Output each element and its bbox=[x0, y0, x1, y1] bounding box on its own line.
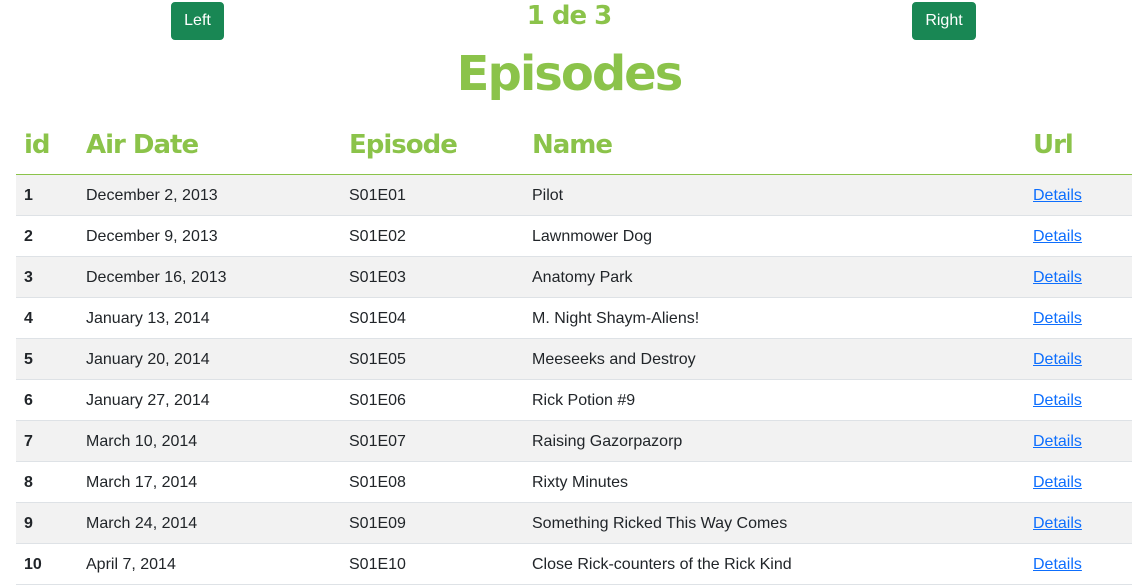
cell-air-date: March 10, 2014 bbox=[86, 433, 198, 450]
cell-id: 1 bbox=[24, 187, 33, 204]
details-link[interactable]: Details bbox=[1033, 474, 1082, 491]
cell-air-date: January 13, 2014 bbox=[86, 310, 210, 327]
cell-name: Meeseeks and Destroy bbox=[532, 351, 696, 368]
cell-url: Details bbox=[1033, 421, 1082, 462]
cell-air-date: January 27, 2014 bbox=[86, 392, 210, 409]
cell-air-date: December 9, 2013 bbox=[86, 228, 218, 245]
cell-id: 7 bbox=[24, 433, 33, 450]
cell-name: Raising Gazorpazorp bbox=[532, 433, 683, 450]
cell-url: Details bbox=[1033, 257, 1082, 298]
cell-episode: S01E06 bbox=[349, 392, 406, 409]
table-row: 9 March 24, 2014 S01E09 Something Ricked Th… bbox=[16, 503, 1132, 544]
cell-episode: S01E01 bbox=[349, 187, 406, 204]
table-row: 3 December 16, 2013 S01E03 Anatomy Park Deta… bbox=[16, 257, 1132, 298]
cell-id: 5 bbox=[24, 351, 33, 368]
cell-url: Details bbox=[1033, 175, 1082, 216]
cell-url: Details bbox=[1033, 380, 1082, 421]
details-link[interactable]: Details bbox=[1033, 351, 1082, 368]
table-row: 6 January 27, 2014 S01E06 Rick Potion #9 Det… bbox=[16, 380, 1132, 421]
details-link[interactable]: Details bbox=[1033, 556, 1082, 573]
cell-air-date: April 7, 2014 bbox=[86, 556, 176, 573]
cell-air-date: January 20, 2014 bbox=[86, 351, 210, 368]
details-link[interactable]: Details bbox=[1033, 515, 1082, 532]
cell-air-date: March 24, 2014 bbox=[86, 515, 198, 532]
cell-name: Anatomy Park bbox=[532, 269, 633, 286]
cell-episode: S01E05 bbox=[349, 351, 406, 368]
cell-url: Details bbox=[1033, 503, 1082, 544]
left-button[interactable]: Left bbox=[171, 2, 224, 40]
cell-episode: S01E02 bbox=[349, 228, 406, 245]
cell-name: M. Night Shaym-Aliens! bbox=[532, 310, 700, 327]
cell-id: 8 bbox=[24, 474, 33, 491]
episodes-page: Left 1 de 3 Right Episodes id Air Date E… bbox=[0, 0, 1138, 587]
header-episode: Episode bbox=[349, 130, 458, 160]
table-row: 10 April 7, 2014 S01E10 Close Rick-counters… bbox=[16, 544, 1132, 585]
cell-id: 9 bbox=[24, 515, 33, 532]
header-url: Url bbox=[1033, 130, 1074, 160]
cell-name: Close Rick-counters of the Rick Kind bbox=[532, 556, 792, 573]
cell-url: Details bbox=[1033, 462, 1082, 503]
cell-name: Lawnmower Dog bbox=[532, 228, 653, 245]
cell-air-date: December 16, 2013 bbox=[86, 269, 227, 286]
page-title: Episodes bbox=[456, 46, 684, 102]
cell-id: 6 bbox=[24, 392, 33, 409]
cell-episode: S01E09 bbox=[349, 515, 406, 532]
cell-name: Rixty Minutes bbox=[532, 474, 629, 491]
cell-name: Rick Potion #9 bbox=[532, 392, 636, 409]
table-header: id Air Date Episode Name Url bbox=[16, 124, 1132, 175]
cell-id: 4 bbox=[24, 310, 33, 327]
table-row: 4 January 13, 2014 S01E04 M. Night Shaym-Al… bbox=[16, 298, 1132, 339]
cell-episode: S01E07 bbox=[349, 433, 406, 450]
details-link[interactable]: Details bbox=[1033, 392, 1082, 409]
header-air-date: Air Date bbox=[86, 130, 199, 160]
table-row: 7 March 10, 2014 S01E07 Raising Gazorpazorp… bbox=[16, 421, 1132, 462]
cell-id: 10 bbox=[24, 556, 42, 573]
cell-id: 2 bbox=[24, 228, 33, 245]
details-link[interactable]: Details bbox=[1033, 228, 1082, 245]
table-row: 2 December 9, 2013 S01E02 Lawnmower Dog Deta… bbox=[16, 216, 1132, 257]
table-body: 1 December 2, 2013 S01E01 Pilot Details 2 Dece… bbox=[16, 175, 1132, 585]
details-link[interactable]: Details bbox=[1033, 433, 1082, 450]
details-link[interactable]: Details bbox=[1033, 187, 1082, 204]
table-row: 8 March 17, 2014 S01E08 Rixty Minutes Detail… bbox=[16, 462, 1132, 503]
cell-episode: S01E08 bbox=[349, 474, 406, 491]
cell-url: Details bbox=[1033, 216, 1082, 257]
right-button[interactable]: Right bbox=[912, 2, 976, 40]
cell-url: Details bbox=[1033, 339, 1082, 380]
cell-name: Something Ricked This Way Comes bbox=[532, 515, 788, 532]
cell-air-date: December 2, 2013 bbox=[86, 187, 218, 204]
cell-url: Details bbox=[1033, 544, 1082, 585]
header-id: id bbox=[24, 130, 51, 160]
details-link[interactable]: Details bbox=[1033, 269, 1082, 286]
page-indicator: 1 de 3 bbox=[526, 1, 613, 31]
cell-url: Details bbox=[1033, 298, 1082, 339]
episodes-table: id Air Date Episode Name Url 1 December 2… bbox=[16, 124, 1132, 585]
table-row: 1 December 2, 2013 S01E01 Pilot Details bbox=[16, 175, 1132, 216]
cell-id: 3 bbox=[24, 269, 33, 286]
cell-name: Pilot bbox=[532, 187, 564, 204]
details-link[interactable]: Details bbox=[1033, 310, 1082, 327]
cell-episode: S01E03 bbox=[349, 269, 406, 286]
cell-episode: S01E10 bbox=[349, 556, 406, 573]
table-row: 5 January 20, 2014 S01E05 Meeseeks and Dest… bbox=[16, 339, 1132, 380]
cell-episode: S01E04 bbox=[349, 310, 406, 327]
cell-air-date: March 17, 2014 bbox=[86, 474, 198, 491]
header-name: Name bbox=[532, 130, 613, 160]
